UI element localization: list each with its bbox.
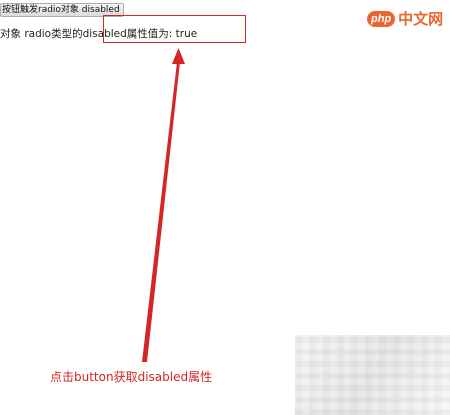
- site-name: 中文网: [398, 10, 444, 28]
- annotation-caption: 点击button获取disabled属性: [50, 370, 213, 384]
- arrow-head: [172, 48, 185, 64]
- arrow-shaft: [142, 62, 180, 362]
- php-watermark-logo: php 中文网: [367, 8, 445, 30]
- php-badge: php: [367, 11, 396, 27]
- corner-noise: [295, 335, 450, 415]
